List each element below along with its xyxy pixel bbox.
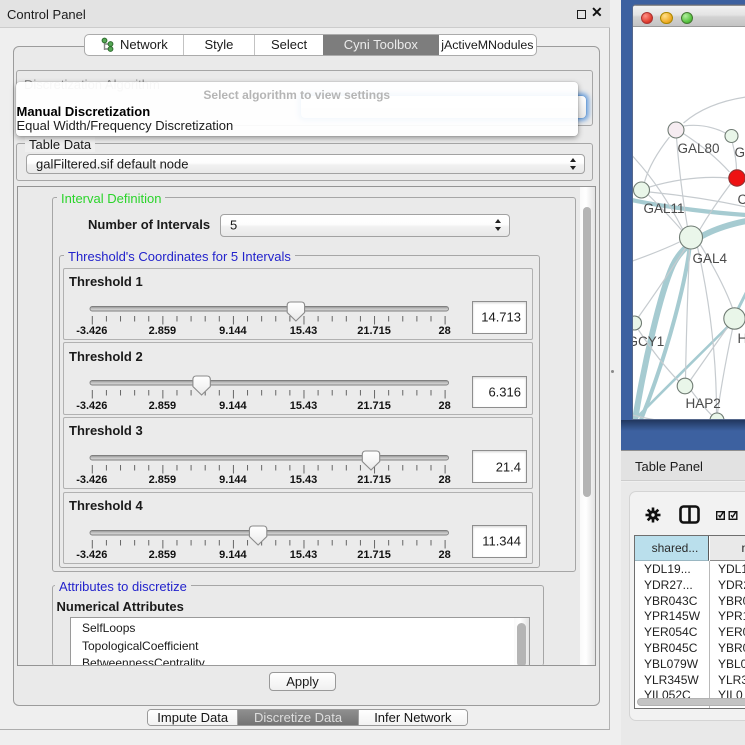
svg-text:G.: G. xyxy=(734,145,745,160)
svg-text:GCY1: GCY1 xyxy=(633,334,664,349)
svg-text:GAL11: GAL11 xyxy=(643,201,684,216)
svg-text:HAP2: HAP2 xyxy=(685,396,720,411)
svg-text:GAL80: GAL80 xyxy=(677,141,719,156)
svg-text:H: H xyxy=(737,331,745,346)
svg-text:C: C xyxy=(737,192,745,207)
svg-text:GAL4: GAL4 xyxy=(692,251,727,266)
